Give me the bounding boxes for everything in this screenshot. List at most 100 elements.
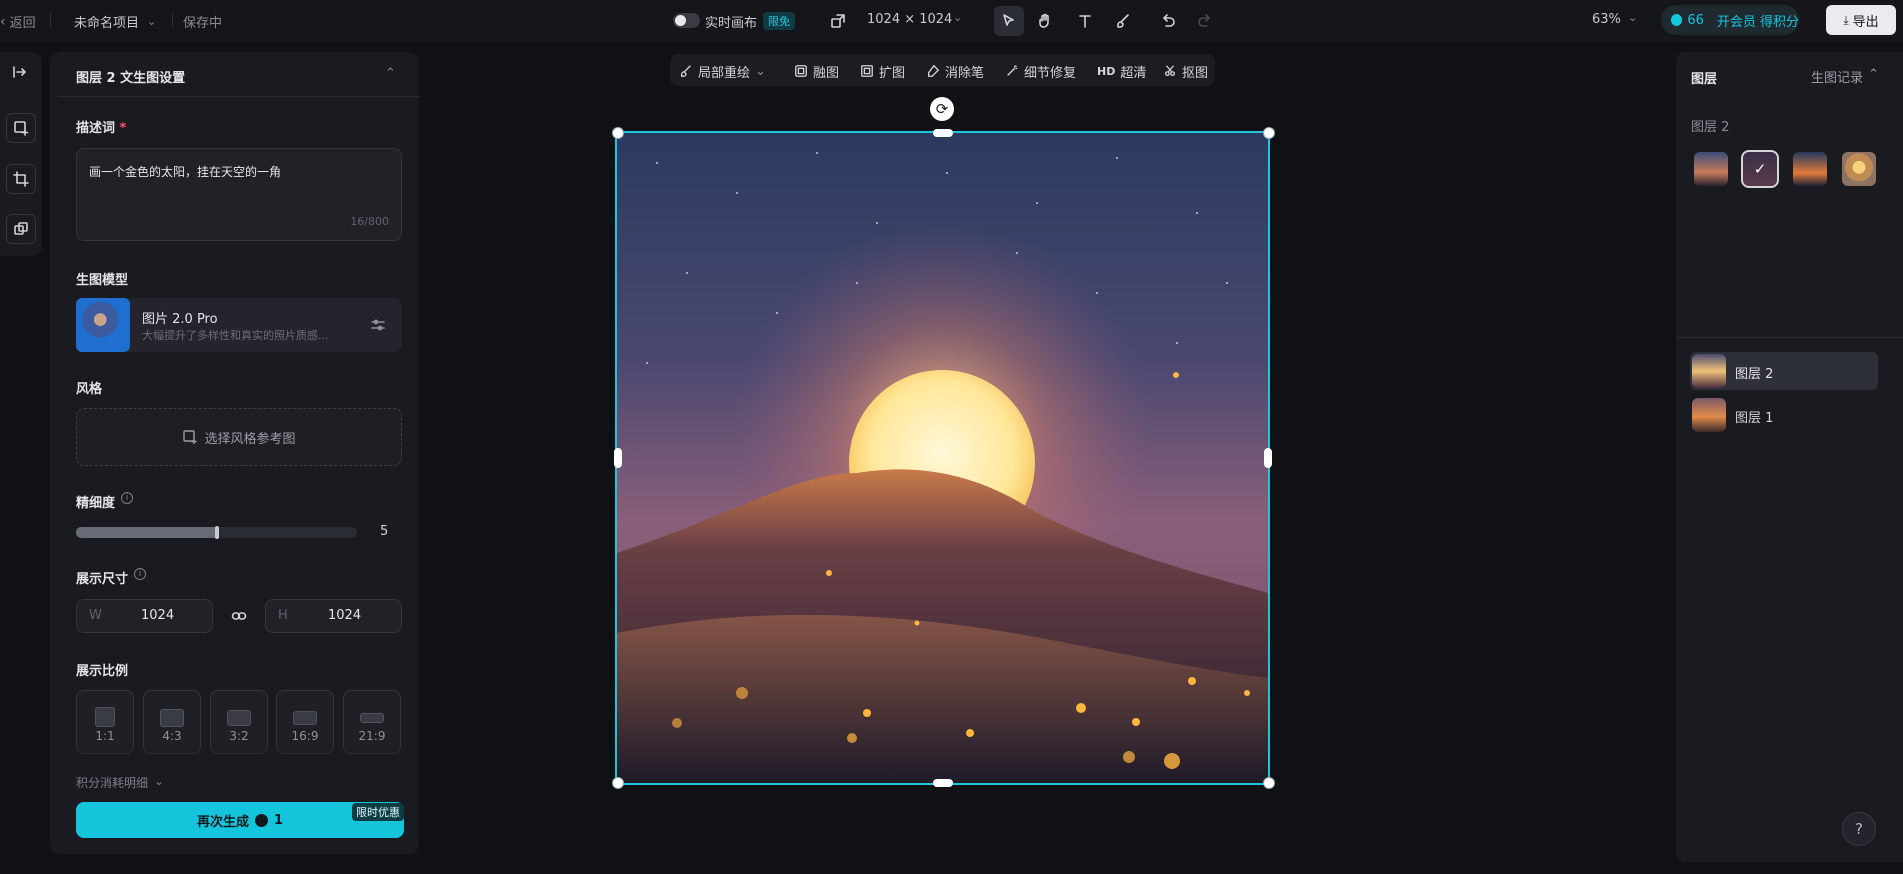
credit-count: 66 — [1687, 12, 1704, 28]
promo-badge: 限时优惠 — [352, 803, 404, 821]
resize-handle-se[interactable] — [1263, 777, 1275, 789]
hd-icon: HD — [1097, 64, 1116, 78]
check-icon: ✓ — [1743, 152, 1777, 186]
info-icon[interactable]: i — [134, 568, 146, 580]
model-description: 大幅提升了多样性和真实的照片质感... — [142, 329, 329, 342]
chevron-down-icon: ⌄ — [147, 15, 157, 28]
cutout-tool[interactable]: 抠图 — [1163, 60, 1208, 82]
resize-handle-w[interactable] — [614, 448, 622, 468]
history-thumbnail[interactable] — [1793, 152, 1827, 186]
help-button[interactable]: ? — [1842, 812, 1876, 846]
info-icon[interactable]: i — [121, 492, 133, 504]
layers-icon[interactable] — [6, 214, 36, 244]
realtime-label: 实时画布 — [705, 16, 758, 31]
resize-handle-ne[interactable] — [1263, 127, 1275, 139]
blend-icon — [795, 65, 807, 77]
add-image-icon — [182, 429, 198, 445]
model-selector[interactable]: 图片 2.0 Pro 大幅提升了多样性和真实的照片质感... — [76, 298, 402, 352]
magic-wand-icon — [1007, 65, 1018, 76]
required-mark: * — [119, 121, 127, 136]
brush-tool-icon[interactable] — [1108, 6, 1138, 36]
credit-coin-icon — [254, 813, 268, 827]
redo-icon[interactable] — [1190, 6, 1220, 36]
history-thumbnail-selected[interactable]: ✓ — [1741, 150, 1779, 188]
divider — [58, 96, 419, 97]
project-name-dropdown[interactable]: 未命名项目 ⌄ — [74, 12, 156, 31]
divider — [172, 12, 173, 28]
detail-label: 精细度 — [76, 496, 116, 511]
sliders-icon[interactable] — [368, 315, 388, 335]
ratio-shape-icon — [227, 710, 251, 726]
chevron-down-icon: ⌄ — [755, 63, 766, 79]
model-name: 图片 2.0 Pro — [142, 312, 218, 327]
chevron-left-icon: ‹ — [0, 13, 6, 30]
credit-coin-icon — [1671, 14, 1683, 26]
blend-tool[interactable]: 融图 — [794, 60, 839, 82]
expand-tool[interactable]: 扩图 — [860, 60, 905, 82]
back-button[interactable]: ‹ 返回 — [0, 12, 36, 32]
upscale-tool[interactable]: HD 超清 — [1097, 60, 1146, 82]
prompt-textarea[interactable]: 画一个金色的太阳，挂在天空的一角 16/800 — [76, 148, 402, 241]
save-status: 保存中 — [183, 16, 223, 31]
rotate-icon[interactable]: ⟳ — [930, 97, 954, 121]
history-toggle[interactable]: 生图记录 ⌃ — [1811, 67, 1879, 86]
resize-handle-s[interactable] — [933, 779, 953, 787]
credits-pill[interactable]: 66 开会员 得积分 — [1661, 5, 1799, 35]
slider-handle[interactable] — [215, 526, 219, 539]
cutout-icon — [1164, 65, 1176, 77]
select-tool-icon[interactable] — [994, 6, 1024, 36]
collapse-chevron-icon[interactable]: ⌃ — [385, 66, 396, 81]
layer-item-2[interactable]: 图层 2 — [1690, 352, 1878, 390]
history-thumbnail[interactable] — [1842, 152, 1876, 186]
top-bar: ‹ 返回 未命名项目 ⌄ 保存中 实时画布 限免 1024 × 1024 ⌄ 6… — [0, 0, 1903, 42]
brush-icon — [680, 65, 691, 77]
collapse-panel-icon[interactable] — [4, 58, 34, 86]
layers-title: 图层 — [1691, 72, 1718, 87]
member-link[interactable]: 开会员 得积分 — [1717, 11, 1799, 30]
undo-icon[interactable] — [1153, 6, 1183, 36]
zoom-level[interactable]: 63% — [1592, 12, 1621, 27]
link-icon[interactable] — [228, 605, 250, 627]
cost-detail-toggle[interactable]: 积分消耗明细 ⌄ — [76, 774, 164, 791]
canvas-image[interactable] — [615, 131, 1270, 785]
resize-handle-n[interactable] — [933, 129, 953, 137]
resize-handle-e[interactable] — [1264, 448, 1272, 468]
divider — [50, 12, 51, 28]
add-image-icon[interactable] — [6, 113, 36, 143]
inpaint-tool[interactable]: 局部重绘 ⌄ — [679, 60, 766, 82]
style-reference-button[interactable]: 选择风格参考图 — [76, 408, 402, 466]
download-icon: ⤓ — [1843, 12, 1849, 27]
char-count: 16/800 — [350, 215, 389, 228]
export-button[interactable]: ⤓ 导出 — [1826, 5, 1896, 35]
left-rail — [0, 52, 42, 256]
history-thumbnail[interactable] — [1694, 152, 1728, 186]
crop-image-icon[interactable] — [6, 164, 36, 194]
realtime-toggle[interactable] — [673, 13, 700, 28]
history-group-label: 图层 2 — [1691, 120, 1730, 135]
slider-fill — [76, 527, 217, 538]
canvas-size-chevron-icon[interactable]: ⌄ — [953, 11, 962, 24]
divider — [1676, 337, 1903, 338]
ratio-shape-icon — [293, 711, 317, 725]
layer-item-1[interactable]: 图层 1 — [1690, 396, 1878, 434]
detail-slider[interactable] — [76, 526, 357, 539]
layer-thumbnail — [1692, 398, 1726, 432]
zoom-chevron-icon[interactable]: ⌄ — [1628, 11, 1637, 24]
resize-handle-nw[interactable] — [612, 127, 624, 139]
fade-overlay — [58, 742, 419, 776]
height-input[interactable]: H 1024 — [265, 599, 402, 633]
ratio-label: 展示比例 — [76, 664, 129, 679]
ratio-shape-icon — [160, 709, 184, 727]
model-label: 生图模型 — [76, 273, 129, 288]
detail-repair-tool[interactable]: 细节修复 — [1005, 60, 1076, 82]
canvas-size: 1024 × 1024 — [867, 12, 953, 27]
hand-tool-icon[interactable] — [1030, 6, 1060, 36]
width-input[interactable]: W 1024 — [76, 599, 213, 633]
resize-handle-sw[interactable] — [612, 777, 624, 789]
detail-value: 5 — [380, 524, 389, 539]
resize-icon[interactable] — [828, 11, 848, 31]
text-tool-icon[interactable] — [1070, 6, 1100, 36]
expand-icon — [861, 65, 873, 77]
layer-name: 图层 2 — [1735, 367, 1774, 382]
eraser-tool[interactable]: 消除笔 — [926, 60, 984, 82]
